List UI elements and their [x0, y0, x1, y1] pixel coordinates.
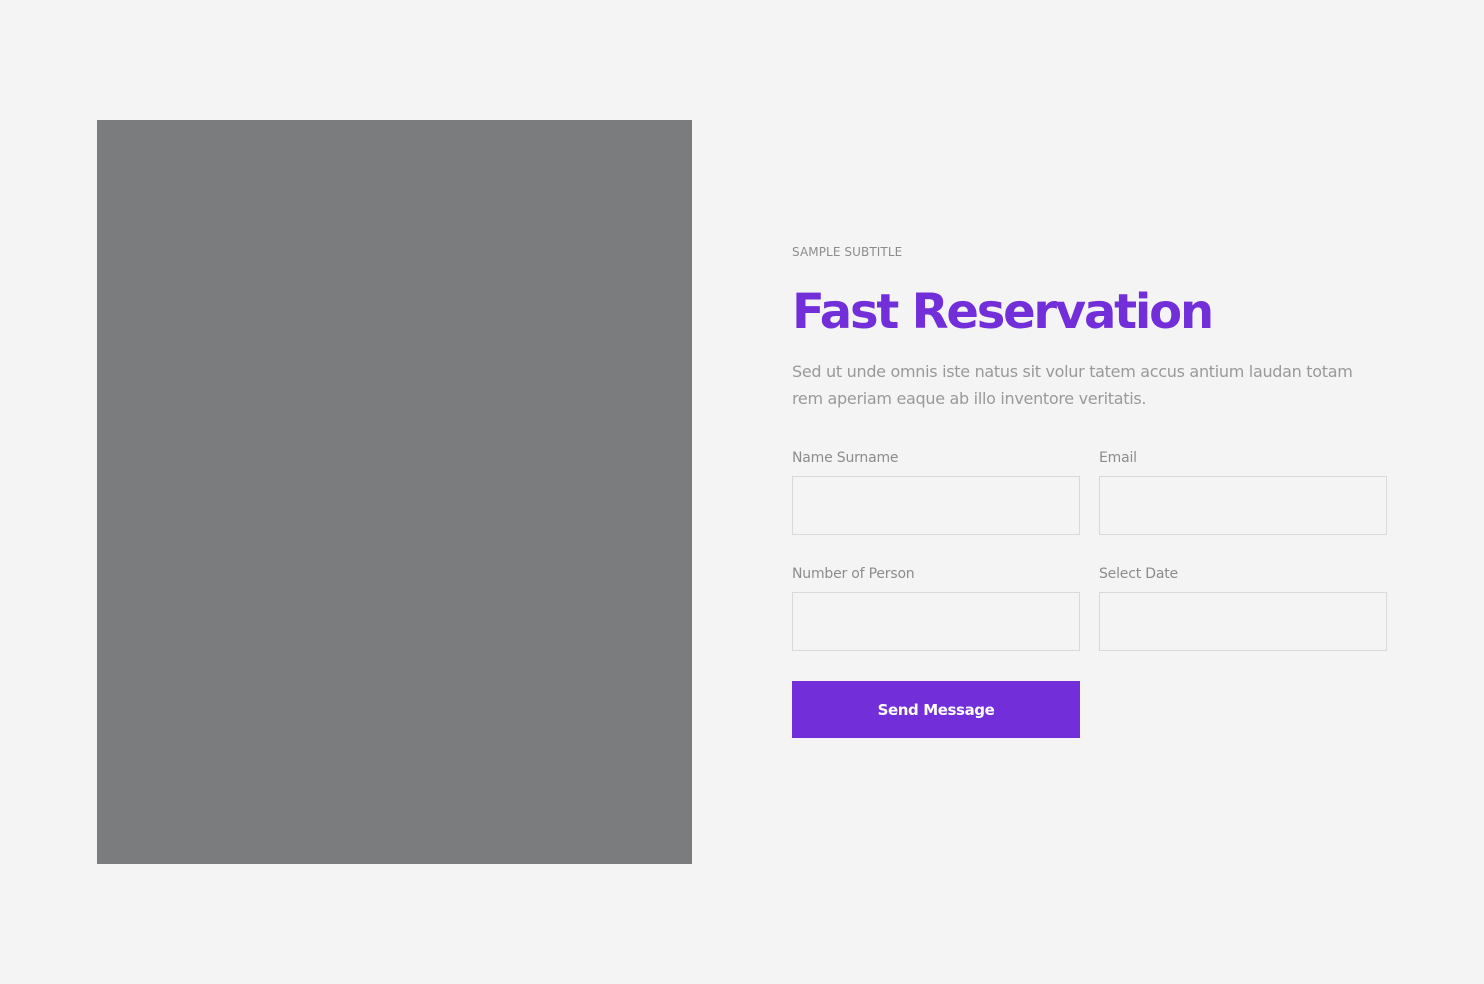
number-of-person-input[interactable]: [792, 592, 1080, 651]
number-of-person-label: Number of Person: [792, 566, 915, 582]
person-field-group: Number of Person: [792, 564, 1080, 651]
name-surname-label: Name Surname: [792, 450, 899, 466]
select-date-label: Select Date: [1099, 566, 1178, 582]
send-message-button[interactable]: Send Message: [792, 681, 1080, 738]
reservation-image: [97, 120, 692, 864]
section-title: Fast Reservation: [792, 284, 1214, 340]
name-surname-input[interactable]: [792, 476, 1080, 535]
email-input[interactable]: [1099, 476, 1387, 535]
section-subtitle: SAMPLE SUBTITLE: [792, 245, 903, 259]
email-field-group: Email: [1099, 448, 1387, 535]
reservation-section: SAMPLE SUBTITLE Fast Reservation Sed ut …: [792, 240, 1387, 738]
name-field-group: Name Surname: [792, 448, 1080, 535]
section-description: Sed ut unde omnis iste natus sit volur t…: [792, 362, 1353, 408]
date-field-group: Select Date: [1099, 564, 1387, 651]
email-label: Email: [1099, 450, 1137, 466]
select-date-input[interactable]: [1099, 592, 1387, 651]
